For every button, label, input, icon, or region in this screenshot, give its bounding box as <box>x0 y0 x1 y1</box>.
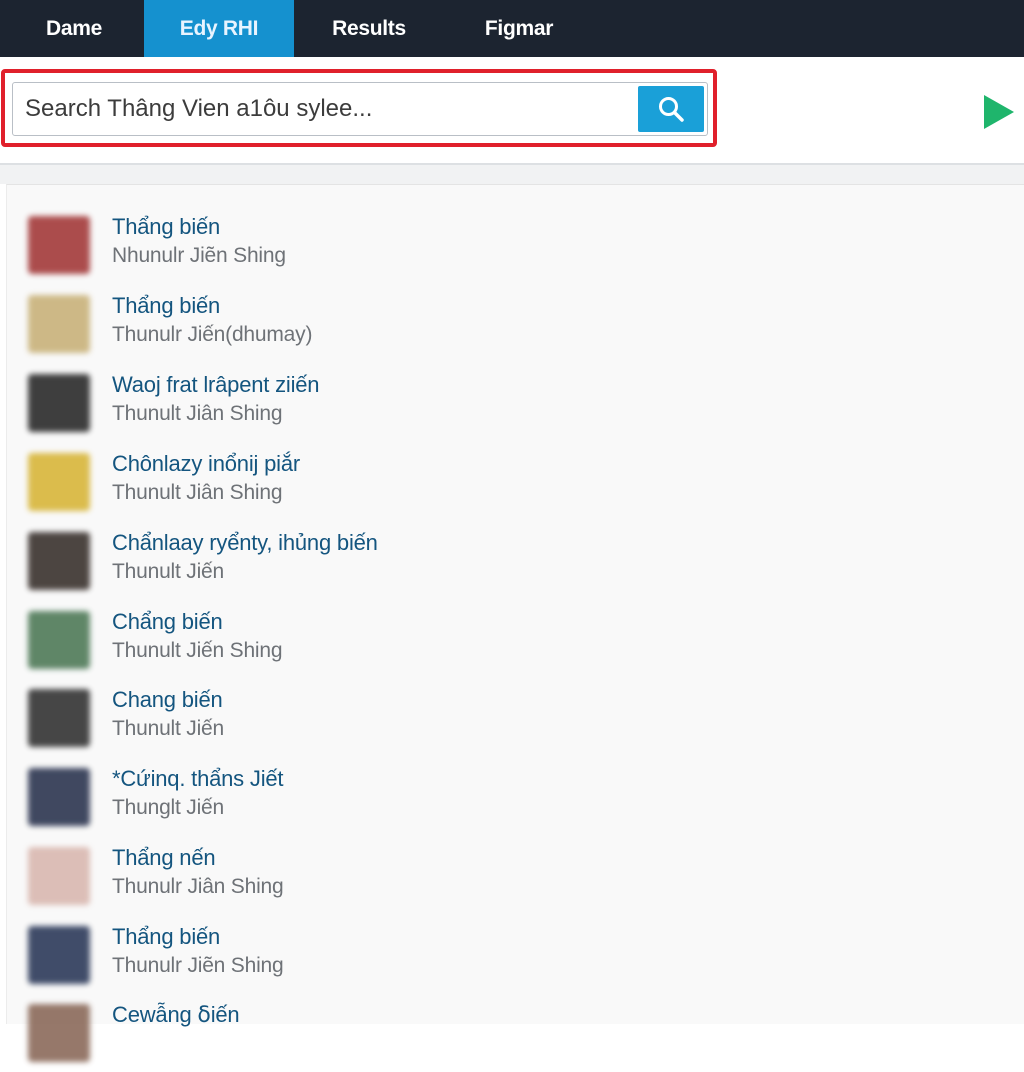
result-title: Chẩnlaay ryểnty, ihủng biến <box>112 530 378 555</box>
list-item[interactable]: Waoj frat lrâpent ziiến Thunult Jiân Shi… <box>24 372 724 442</box>
result-title: Thẩng nến <box>112 845 216 870</box>
result-subtitle: Nhunulr Jiẽn Shing <box>112 244 286 267</box>
search-icon <box>659 97 684 122</box>
list-item[interactable]: Cewẫng ẟiến <box>24 1002 724 1072</box>
result-title: Chônlazy inổnij piắr <box>112 451 300 476</box>
thumbnail <box>28 611 90 669</box>
search-area <box>0 57 1024 165</box>
tab-edy-rhi[interactable]: Edy RHI <box>144 0 294 57</box>
result-subtitle: Thunulr Jiân Shing <box>112 875 284 898</box>
result-subtitle: Thunult Jiến Shing <box>112 639 283 662</box>
thumbnail <box>28 216 90 274</box>
search-input[interactable] <box>13 83 635 135</box>
list-item[interactable]: Thẩng biến Thunulr Jiẽn Shing <box>24 924 724 994</box>
result-title: Thẩng biến <box>112 214 221 239</box>
tab-results[interactable]: Results <box>294 0 444 57</box>
result-subtitle: Thunult Jiân Shing <box>112 481 283 504</box>
thumbnail <box>28 768 90 826</box>
play-button[interactable] <box>980 92 1020 132</box>
thumbnail <box>28 689 90 747</box>
search-box <box>12 82 708 136</box>
top-nav: Dame Edy RHI Results Figmar <box>0 0 1024 57</box>
results-gap <box>0 165 1024 184</box>
list-item[interactable]: Chônlazy inổnij piắr Thunult Jiân Shing <box>24 451 724 521</box>
thumbnail <box>28 1004 90 1062</box>
result-title: Cewẫng ẟiến <box>112 1002 240 1027</box>
thumbnail <box>28 926 90 984</box>
thumbnail <box>28 295 90 353</box>
result-subtitle: Thunulr Jiến(dhumay) <box>112 323 313 346</box>
result-title: Waoj frat lrâpent ziiến <box>112 372 320 397</box>
list-item[interactable]: Chẩnlaay ryểnty, ihủng biến Thunult Jiến <box>24 530 724 600</box>
play-icon <box>984 95 1014 129</box>
tab-figmar[interactable]: Figmar <box>444 0 594 57</box>
result-subtitle: Thunult Jiến <box>112 560 225 583</box>
result-title: Thẩng biến <box>112 293 221 318</box>
list-item[interactable]: Chang biến Thunult Jiến <box>24 687 724 757</box>
result-subtitle: Thunult Jiân Shing <box>112 402 283 425</box>
result-title: Chang biến <box>112 687 223 712</box>
thumbnail <box>28 453 90 511</box>
search-button[interactable] <box>638 86 704 132</box>
list-item[interactable]: Thẩng biến Thunulr Jiến(dhumay) <box>24 293 724 363</box>
thumbnail <box>28 532 90 590</box>
result-subtitle: Thunglt Jiến <box>112 796 225 819</box>
thumbnail <box>28 374 90 432</box>
result-title: Thẩng biến <box>112 924 221 949</box>
list-item[interactable]: *Cứinq. thẩns Jiết Thunglt Jiến <box>24 766 724 836</box>
list-item[interactable]: Thẩng biến Nhunulr Jiẽn Shing <box>24 214 724 284</box>
result-title: *Cứinq. thẩns Jiết <box>112 766 284 791</box>
list-item[interactable]: Chẩng biến Thunult Jiến Shing <box>24 609 724 679</box>
tab-dame[interactable]: Dame <box>0 0 144 57</box>
result-title: Chẩng biến <box>112 609 223 634</box>
thumbnail <box>28 847 90 905</box>
result-subtitle: Thunult Jiến <box>112 717 225 740</box>
result-subtitle: Thunulr Jiẽn Shing <box>112 954 284 977</box>
list-item[interactable]: Thẩng nến Thunulr Jiân Shing <box>24 845 724 915</box>
